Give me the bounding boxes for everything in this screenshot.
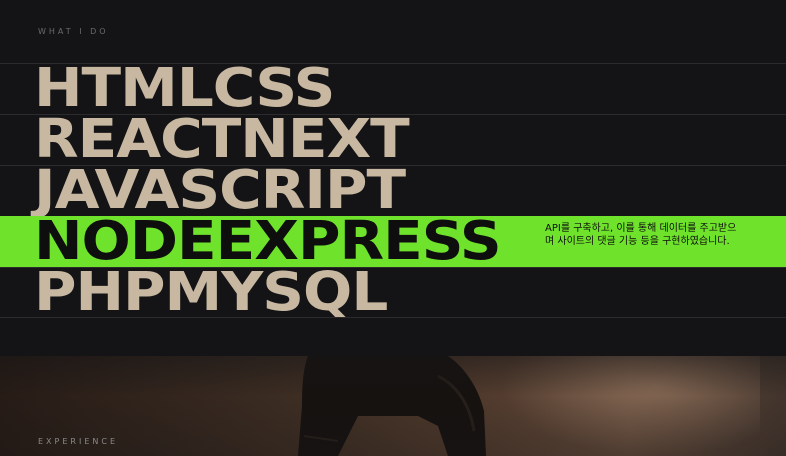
what-i-do-label: WHAT I DO: [38, 27, 109, 36]
skill-row-reactnext[interactable]: REACTNEXT: [0, 114, 786, 165]
skill-description: API를 구축하고, 이를 통해 데이터를 주고받으며 사이트의 댓글 기능 등…: [545, 223, 737, 247]
skill-title: JAVASCRIPT: [34, 165, 406, 216]
page: WHAT I DO HTMLCSS REACTNEXT JAVASCRIPT N…: [0, 0, 786, 456]
skill-row-nodeexpress[interactable]: NODEEXPRESS API를 구축하고, 이를 통해 데이터를 주고받으며 …: [0, 216, 786, 267]
skill-row-htmlcss[interactable]: HTMLCSS: [0, 63, 786, 114]
skill-row-phpmysql[interactable]: PHPMYSQL: [0, 267, 786, 318]
skill-title: HTMLCSS: [34, 63, 335, 114]
skill-row-javascript[interactable]: JAVASCRIPT: [0, 165, 786, 216]
skill-title: REACTNEXT: [34, 114, 410, 165]
skill-title: NODEEXPRESS: [34, 216, 502, 267]
experience-label: EXPERIENCE: [38, 437, 119, 446]
skill-title: PHPMYSQL: [34, 267, 388, 318]
skills-list: HTMLCSS REACTNEXT JAVASCRIPT NODEEXPRESS…: [0, 63, 786, 318]
